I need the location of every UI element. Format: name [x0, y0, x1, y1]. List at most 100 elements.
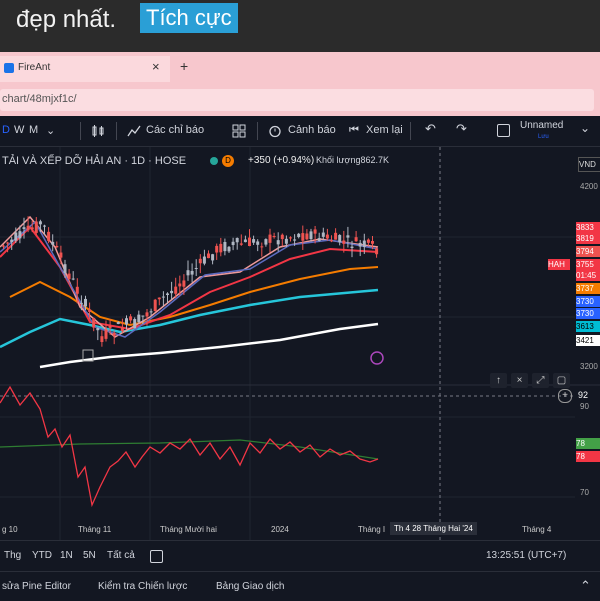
candle-body [325, 234, 329, 239]
price-label: 3421 [576, 335, 600, 346]
event-marker-icon [370, 351, 384, 365]
candle-body [100, 336, 104, 343]
undo-icon[interactable]: ↶ [425, 121, 436, 137]
candle-body [43, 225, 46, 227]
interval-w-button[interactable]: W [14, 124, 24, 136]
price-tick-3200: 3200 [580, 362, 598, 371]
candle-body [219, 243, 223, 253]
candle-body [178, 283, 182, 287]
fullscreen-icon[interactable]: ⤢ [532, 373, 549, 388]
candle-body [215, 245, 219, 253]
candle-body [149, 311, 153, 313]
candle-body [350, 246, 354, 248]
scroll-up-icon[interactable]: ↑ [490, 373, 507, 388]
candle-body [301, 233, 305, 241]
candle-body [313, 229, 317, 234]
clock-time[interactable]: 13:25:51 (UTC+7) [486, 550, 566, 561]
url-field[interactable]: chart/48mjxf1c/ [0, 89, 594, 111]
candle-body [120, 327, 124, 332]
candle-body [71, 278, 75, 280]
interval-d-button[interactable]: D [2, 124, 10, 136]
chart-canvas[interactable] [0, 147, 600, 540]
caption-bar: đẹp nhất. Tích cực [0, 0, 600, 44]
range-month-button[interactable]: Thg [4, 550, 21, 561]
layout-chevron-icon[interactable]: ⌄ [580, 121, 590, 135]
strategy-tester-tab[interactable]: Kiểm tra Chiến lược [98, 581, 187, 592]
candle-body [338, 235, 342, 243]
candle-body [137, 314, 141, 323]
candle-body [297, 233, 301, 237]
templates-grid-icon[interactable] [232, 124, 246, 138]
candle-body [112, 332, 116, 336]
indicators-button[interactable]: Các chỉ báo [146, 124, 204, 136]
candle-body [276, 240, 280, 245]
market-status-dot [210, 157, 218, 165]
candle-body [47, 231, 51, 241]
candle-body [153, 299, 157, 312]
candle-body [330, 240, 333, 242]
browser-tab[interactable]: FireAnt × [0, 56, 170, 82]
price-label: 3794 [576, 246, 600, 257]
chart-area[interactable] [0, 147, 600, 540]
candle-body [108, 326, 112, 328]
rsi-current-value: 92 [578, 390, 589, 400]
time-label-1: g 10 [2, 525, 18, 534]
alarm-clock-icon [269, 125, 281, 138]
address-bar: chart/48mjxf1c/ [0, 82, 600, 116]
calendar-icon[interactable] [150, 550, 163, 563]
pine-editor-tab[interactable]: sửa Pine Editor [2, 581, 71, 592]
currency-label[interactable]: VND [578, 157, 600, 172]
candle-body [346, 235, 350, 238]
candle-body [243, 239, 247, 243]
tab-close-button[interactable]: × [152, 59, 160, 74]
candle-body [157, 297, 161, 300]
replay-button[interactable]: Xem lại [366, 124, 403, 136]
candle-body [260, 246, 264, 248]
candle-body [14, 232, 18, 241]
candle-body [59, 252, 63, 258]
collapse-chevron-icon[interactable]: ⌃ [580, 578, 591, 594]
add-plus-icon[interactable]: + [558, 389, 572, 403]
candle-body [84, 298, 87, 307]
candle-body [342, 240, 346, 244]
more-intervals-chevron-icon[interactable]: ⌄ [46, 124, 55, 137]
candle-body [256, 241, 260, 245]
candle-body [75, 286, 79, 294]
candle-style-icon[interactable] [91, 124, 105, 138]
candle-body [10, 239, 14, 243]
range-1y-button[interactable]: 1N [60, 550, 73, 561]
rsi-line [0, 385, 379, 508]
maximize-icon[interactable]: ▢ [553, 373, 570, 388]
price-label: 3737 [576, 283, 600, 294]
candle-body [268, 234, 272, 243]
candle-body [366, 239, 370, 243]
range-5y-button[interactable]: 5N [83, 550, 96, 561]
candle-body [22, 227, 26, 229]
candle-body [38, 221, 42, 225]
redo-icon[interactable]: ↷ [456, 121, 467, 137]
range-ytd-button[interactable]: YTD [32, 550, 52, 561]
candle-body [293, 239, 297, 241]
volume-label: Khối lượng [316, 155, 361, 165]
layout-name[interactable]: Unnamed [520, 120, 563, 131]
candle-body [305, 233, 309, 240]
replay-icon: ⏮ [349, 124, 359, 136]
new-tab-button[interactable]: + [180, 58, 188, 74]
time-cursor-label: Th 4 28 Tháng Hai '24 [390, 522, 477, 535]
candle-body [34, 221, 38, 233]
indicators-icon [127, 125, 141, 137]
candle-body [280, 234, 284, 240]
candle-body [289, 237, 292, 239]
interval-m-button[interactable]: M [29, 124, 38, 136]
range-all-button[interactable]: Tất cả [107, 550, 135, 561]
candle-body [207, 253, 210, 259]
price-change: +350 (+0.94%) [248, 155, 315, 166]
close-x-icon[interactable]: × [511, 373, 528, 388]
trading-panel-tab[interactable]: Bảng Giao dịch [216, 581, 284, 592]
layout-icon[interactable] [497, 124, 510, 137]
candle-body [104, 329, 108, 339]
alert-button[interactable]: Cảnh báo [288, 124, 336, 136]
price-label: 3613 [576, 321, 600, 332]
candle-body [133, 319, 137, 329]
price-label: 3833 [576, 222, 600, 233]
